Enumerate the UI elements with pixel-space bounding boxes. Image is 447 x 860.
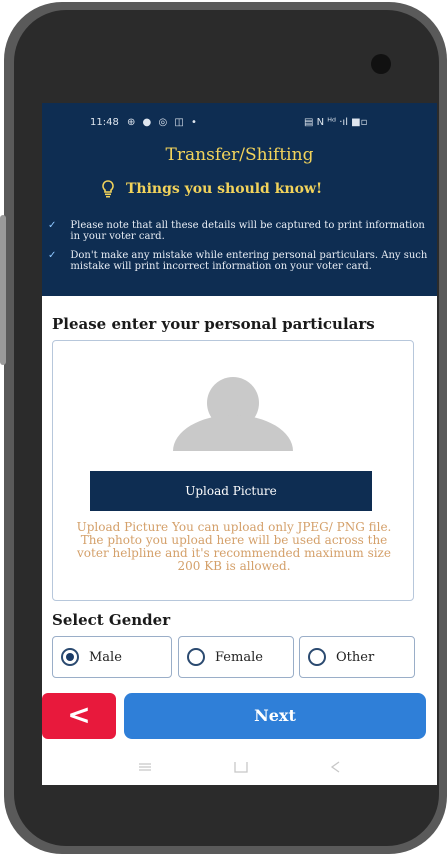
status-system-icons: ▤ N ᴴᵈ ‧ıl ■▫ (304, 117, 368, 128)
status-notification-icons: ⊕ ● ◎ ◫ • (127, 117, 199, 128)
header: 11:48 ⊕ ● ◎ ◫ • ▤ N ᴴᵈ ‧ıl ■▫ Transfer/S… (42, 103, 437, 296)
note-item: ✓ Don't make any mistake while entering … (48, 250, 433, 272)
back-icon[interactable] (329, 760, 343, 774)
recent-apps-icon[interactable] (137, 761, 153, 773)
app-screen: 11:48 ⊕ ● ◎ ◫ • ▤ N ᴴᵈ ‧ıl ■▫ Transfer/S… (42, 103, 437, 785)
note-text: Please note that all these details will … (70, 220, 425, 242)
gender-option-other[interactable]: Other (299, 636, 415, 678)
radio-unselected-icon (308, 648, 326, 666)
photo-upload-card: Upload Picture Upload Picture You can up… (52, 340, 414, 601)
page-title: Transfer/Shifting (165, 145, 314, 165)
gender-option-label: Other (336, 649, 375, 665)
home-icon[interactable] (233, 760, 249, 774)
radio-unselected-icon (187, 648, 205, 666)
note-text: Don't make any mistake while entering pe… (70, 250, 428, 272)
avatar-placeholder-icon[interactable] (171, 367, 295, 451)
upload-help-text: Upload Picture You can upload only JPEG/… (76, 520, 392, 573)
info-banner-text: Things you should know! (126, 181, 323, 197)
next-button[interactable]: Next (124, 693, 426, 739)
upload-picture-button[interactable]: Upload Picture (90, 471, 372, 511)
section-title: Please enter your personal particulars (52, 315, 375, 333)
gender-option-label: Female (215, 649, 263, 665)
system-nav-bar (42, 748, 437, 785)
info-banner: Things you should know! (100, 180, 322, 198)
check-icon: ✓ (48, 220, 57, 231)
side-button (0, 215, 6, 365)
gender-option-male[interactable]: Male (52, 636, 172, 678)
gender-option-label: Male (89, 649, 122, 665)
gender-title: Select Gender (52, 611, 171, 629)
status-time: 11:48 (90, 117, 119, 128)
back-button[interactable]: < (42, 693, 116, 739)
front-camera (371, 54, 391, 74)
gender-option-female[interactable]: Female (178, 636, 294, 678)
note-item: ✓ Please note that all these details wil… (48, 220, 433, 242)
radio-selected-icon (61, 648, 79, 666)
check-icon: ✓ (48, 250, 57, 261)
lightbulb-icon (102, 180, 114, 198)
